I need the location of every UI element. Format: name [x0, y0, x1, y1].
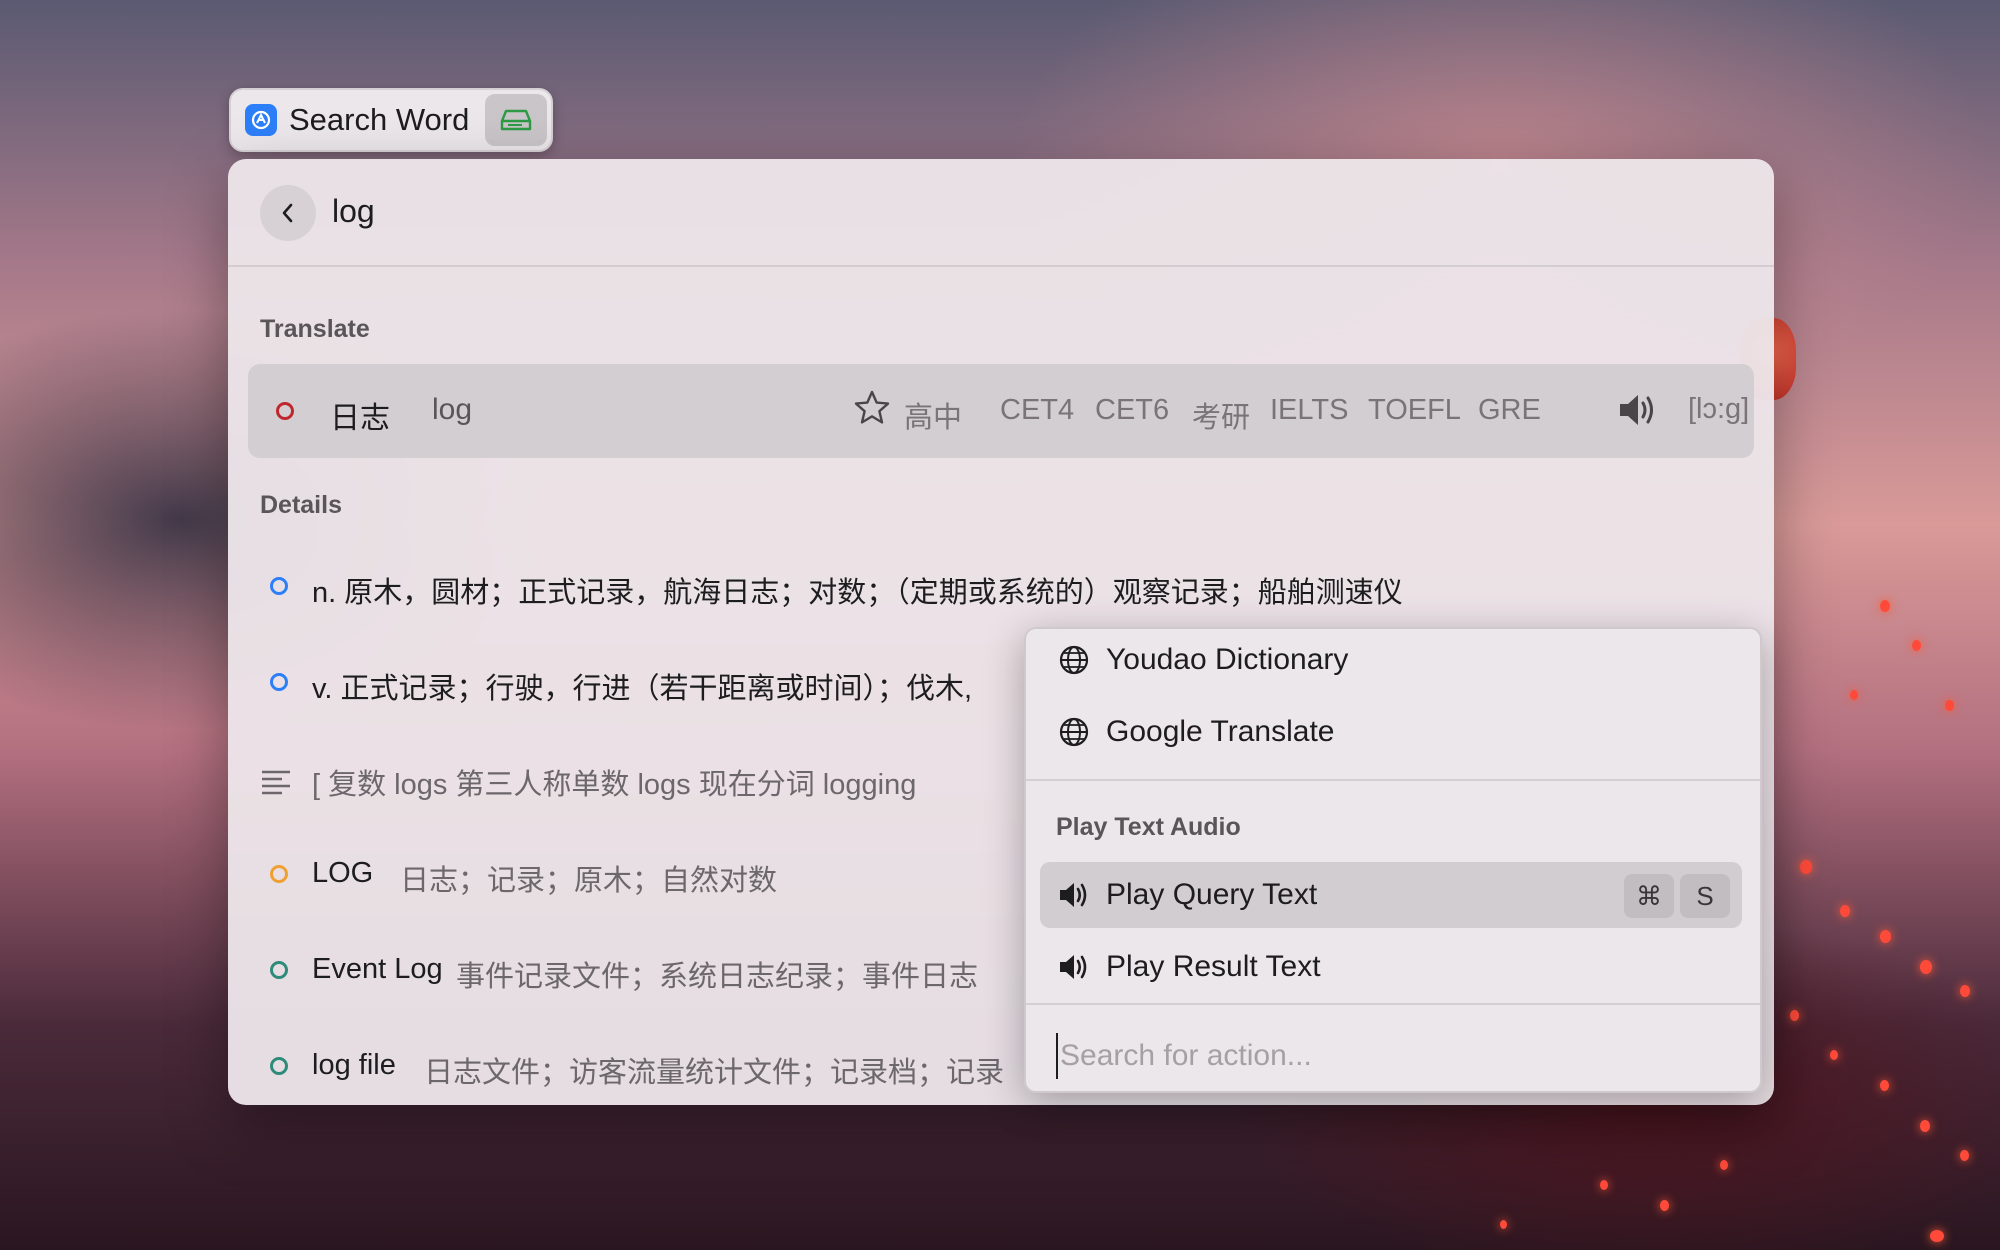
command-pill[interactable]: Search Word — [229, 88, 553, 152]
detail-text: v. 正式记录；行驶，行进（若干距离或时间）；伐木, — [312, 673, 973, 705]
detail-row[interactable]: n. 原木，圆材；正式记录，航海日志；对数；（定期或系统的）观察记录；船舶测速仪 — [260, 569, 1760, 609]
divider — [1026, 779, 1760, 781]
speaker-icon — [1060, 883, 1087, 907]
status-dot — [270, 1057, 288, 1075]
detail-meaning: 事件记录文件；系统日志纪录；事件日志 — [456, 961, 979, 993]
speaker-icon — [1060, 955, 1087, 979]
phonetic: [lɔ:g] — [1688, 393, 1750, 425]
detail-row[interactable]: v. 正式记录；行驶，行进（若干距离或时间）；伐木, — [260, 665, 1040, 705]
status-dot — [270, 577, 288, 595]
text-lines-icon — [262, 770, 290, 795]
status-dot — [276, 402, 294, 420]
translation-main: 日志 — [330, 402, 390, 435]
star-icon[interactable] — [852, 388, 892, 428]
detail-term: Event Log — [312, 953, 443, 985]
detail-row[interactable]: log file 日志文件；访客流量统计文件；记录档；记录 — [260, 1049, 1040, 1089]
detail-meaning: 日志；记录；原木；自然对数 — [400, 865, 778, 897]
exam-tag: CET6 — [1095, 394, 1170, 426]
action-label: Play Query Text — [1106, 878, 1318, 911]
action-panel: Youdao Dictionary Google Translate Play … — [1024, 627, 1762, 1093]
globe-icon — [1059, 645, 1089, 675]
status-dot — [270, 865, 288, 883]
detail-row[interactable]: [ 复数 logs 第三人称单数 logs 现在分词 logging — [260, 761, 1040, 801]
exam-tag: IELTS — [1270, 394, 1349, 426]
chevron-left-icon — [282, 203, 293, 223]
back-button[interactable] — [260, 185, 316, 241]
detail-text: n. 原木，圆材；正式记录，航海日志；对数；（定期或系统的）观察记录；船舶测速仪 — [312, 577, 1403, 609]
action-play-query-text[interactable]: Play Query Text ⌘ S — [1040, 862, 1742, 928]
status-dot — [270, 961, 288, 979]
exam-tag: 考研 — [1192, 402, 1251, 434]
drive-icon-button[interactable] — [485, 94, 547, 146]
exam-tag: CET4 — [1000, 394, 1075, 426]
translate-app-icon — [245, 104, 277, 136]
status-dot — [270, 673, 288, 691]
translation-query: log — [432, 393, 473, 426]
detail-term: log file — [312, 1049, 396, 1081]
exam-tag: TOEFL — [1368, 394, 1461, 426]
drive-icon — [500, 109, 532, 131]
divider — [1026, 1003, 1760, 1005]
exam-tag: GRE — [1478, 394, 1541, 426]
section-title-details: Details — [260, 491, 342, 519]
detail-meaning: 日志文件；访客流量统计文件；记录档；记录 — [424, 1057, 1005, 1089]
detail-row[interactable]: Event Log 事件记录文件；系统日志纪录；事件日志 — [260, 953, 1040, 993]
action-label: Play Result Text — [1106, 950, 1321, 983]
exam-tag: 高中 — [904, 402, 963, 434]
detail-text: [ 复数 logs 第三人称单数 logs 现在分词 logging — [312, 769, 917, 801]
command-title: Search Word — [289, 102, 470, 137]
action-search-input[interactable] — [1056, 1033, 1742, 1079]
action-youdao-dictionary[interactable]: Youdao Dictionary — [1040, 629, 1742, 693]
search-input[interactable]: log — [332, 193, 375, 230]
action-label: Google Translate — [1106, 715, 1335, 748]
section-title-play-audio: Play Text Audio — [1056, 813, 1241, 841]
detail-row[interactable]: LOG 日志；记录；原木；自然对数 — [260, 857, 1040, 897]
action-label: Youdao Dictionary — [1106, 643, 1349, 676]
action-google-translate[interactable]: Google Translate — [1040, 699, 1742, 765]
search-bar: log — [228, 159, 1774, 267]
globe-icon — [1059, 717, 1089, 747]
section-title-translate: Translate — [260, 315, 370, 343]
speaker-icon[interactable] — [1616, 390, 1660, 430]
detail-term: LOG — [312, 857, 374, 889]
translate-result-row[interactable]: 日志 log 高中 CET4 CET6 考研 IELTS TOEFL GRE [… — [248, 364, 1754, 458]
action-play-result-text[interactable]: Play Result Text — [1040, 934, 1742, 1000]
shortcut-key: S — [1680, 874, 1730, 918]
shortcut-key: ⌘ — [1624, 874, 1674, 918]
